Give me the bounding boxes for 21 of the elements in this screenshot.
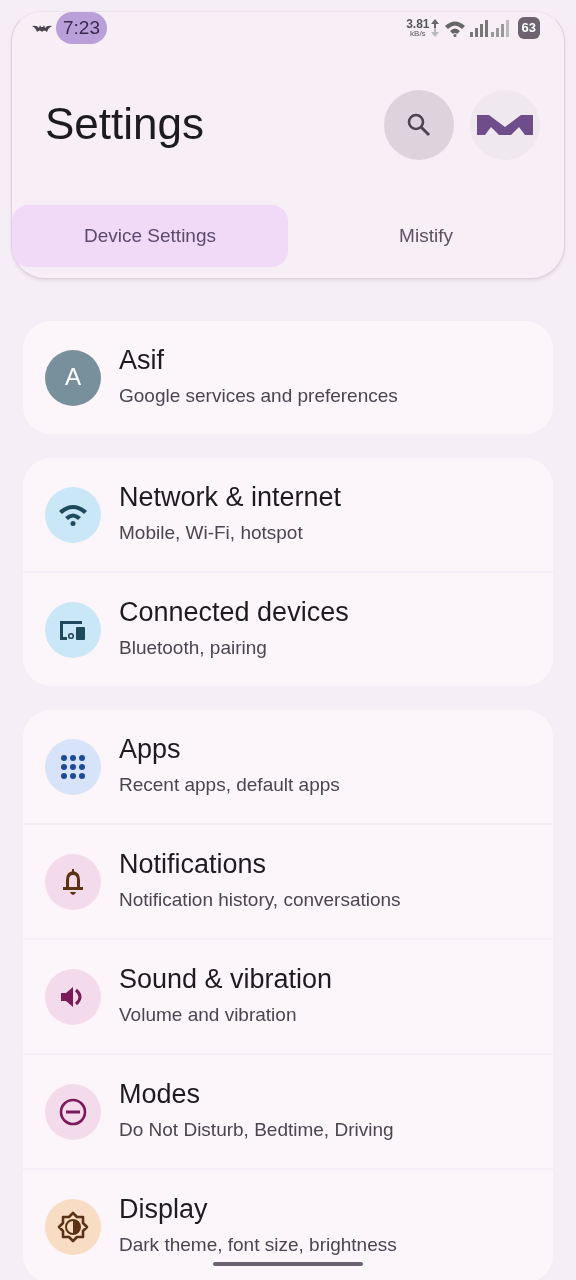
network-speed: 3.81 kB/s [406,18,430,38]
settings-item[interactable]: Display Dark theme, font size, brightness [23,1170,553,1280]
settings-item[interactable]: Sound & vibration Volume and vibration [23,940,553,1053]
settings-item[interactable]: A Asif Google services and preferences [23,321,553,434]
signal-icon [469,19,510,37]
tab[interactable]: Mistify [288,205,564,267]
settings-item[interactable]: Network & internet Mobile, Wi-Fi, hotspot [23,458,553,571]
data-arrows-icon [429,19,440,37]
logo-icon [477,112,533,137]
wifi-icon [443,19,466,37]
avatar: A [45,349,101,406]
tab[interactable]: Device Settings [12,205,288,267]
settings-item[interactable]: Connected devices Bluetooth, pairing [23,573,553,686]
page-title: Settings [44,98,205,151]
settings-item[interactable]: Apps Recent apps, default apps [23,710,553,823]
settings-item[interactable]: Notifications Notification history, conversations [23,825,553,938]
clock: 7:23 [56,12,107,45]
bat-icon [32,23,52,33]
battery-level: 63 [517,17,540,39]
search-icon [406,111,432,138]
settings-item[interactable]: Modes Do Not Disturb, Bedtime, Driving [23,1055,553,1168]
